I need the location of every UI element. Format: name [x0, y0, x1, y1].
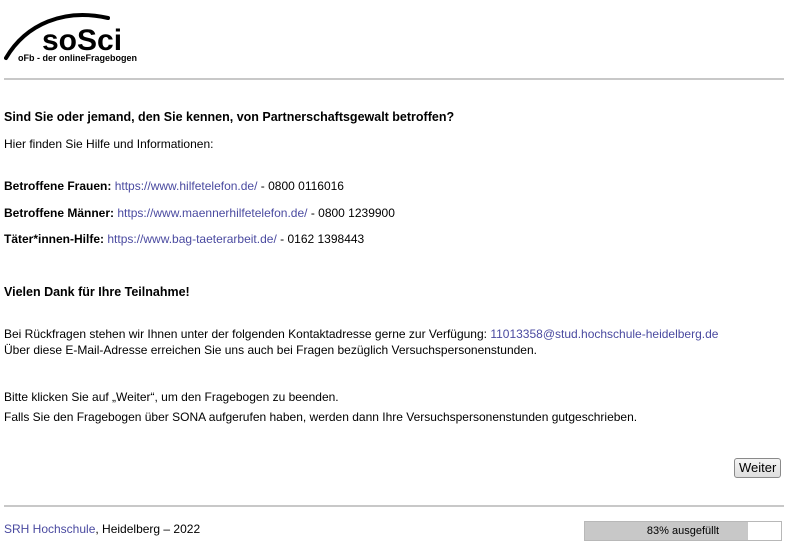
- help-label: Betroffene Frauen:: [4, 179, 112, 193]
- question-intro: Hier finden Sie Hilfe und Informationen:: [4, 137, 214, 151]
- sosci-logo-icon: soSci oFb - der onlineFragebogen: [4, 13, 137, 63]
- footer-link[interactable]: SRH Hochschule: [4, 522, 95, 536]
- contact-email-link[interactable]: 11013358@stud.hochschule-heidelberg.de: [490, 327, 718, 341]
- help-row-men: Betroffene Männer: https://www.maennerhi…: [4, 206, 395, 220]
- contact-line1: Bei Rückfragen stehen wir Ihnen unter de…: [4, 327, 487, 341]
- help-label: Betroffene Männer:: [4, 206, 115, 220]
- help-link[interactable]: https://www.bag-taeterarbeit.de/: [107, 232, 276, 246]
- finish-line2: Falls Sie den Fragebogen über SONA aufge…: [4, 410, 638, 424]
- question-title: Sind Sie oder jemand, den Sie kennen, vo…: [4, 110, 455, 124]
- next-button[interactable]: Weiter: [734, 458, 782, 478]
- header-divider: [4, 78, 784, 80]
- progress-bar: 83% ausgefüllt: [584, 521, 782, 541]
- footer-divider: [4, 505, 784, 507]
- contact-text: Bei Rückfragen stehen wir Ihnen unter de…: [4, 327, 718, 341]
- help-link[interactable]: https://www.hilfetelefon.de/: [115, 179, 258, 193]
- help-row-women: Betroffene Frauen: https://www.hilfetele…: [4, 179, 344, 193]
- footer-text: , Heidelberg – 2022: [95, 522, 201, 536]
- help-phone: - 0162 1398443: [280, 232, 365, 246]
- contact-line2: Über diese E-Mail-Adresse erreichen Sie …: [4, 343, 537, 357]
- help-phone: - 0800 1239900: [310, 206, 395, 220]
- help-label: Täter*innen-Hilfe:: [4, 232, 105, 246]
- footer: SRH Hochschule, Heidelberg – 2022: [4, 522, 200, 536]
- help-row-perpetrators: Täter*innen-Hilfe: https://www.bag-taete…: [4, 232, 364, 246]
- finish-line1: Bitte klicken Sie auf „Weiter“, um den F…: [4, 390, 339, 404]
- help-phone: - 0800 0116016: [260, 179, 344, 193]
- progress-label: 83% ausgefüllt: [646, 525, 720, 537]
- thanks-heading: Vielen Dank für Ihre Teilnahme!: [4, 285, 190, 299]
- svg-text:oFb - der onlineFragebogen: oFb - der onlineFragebogen: [18, 53, 137, 63]
- help-link[interactable]: https://www.maennerhilfetelefon.de/: [117, 206, 307, 220]
- sosci-logo: soSci oFb - der onlineFragebogen: [4, 6, 164, 66]
